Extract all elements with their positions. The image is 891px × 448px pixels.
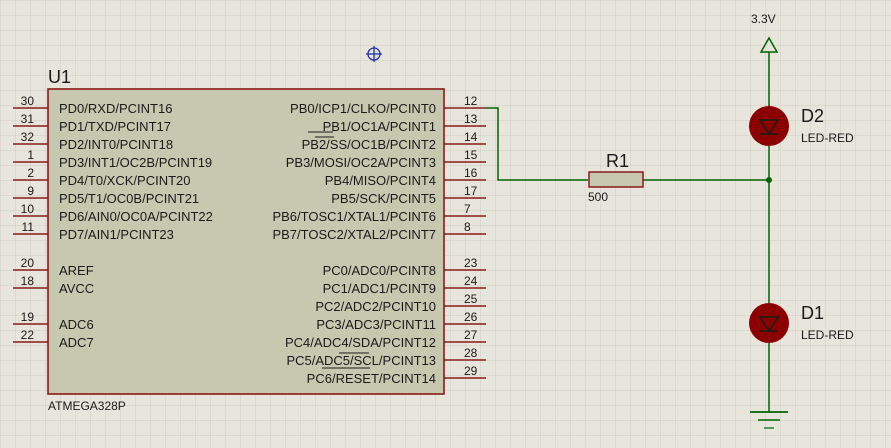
pin-name: PB6/TOSC1/XTAL1/PCINT6 bbox=[272, 209, 436, 224]
pin-name: PD5/T1/OC0B/PCINT21 bbox=[59, 191, 199, 206]
pin-number: 18 bbox=[21, 274, 35, 288]
pin-name: PB0/ICP1/CLKO/PCINT0 bbox=[290, 101, 436, 116]
pin-number: 13 bbox=[464, 112, 478, 126]
pin-name: PB4/MISO/PCINT4 bbox=[325, 173, 436, 188]
resistor-value-label: 500 bbox=[588, 190, 608, 204]
led-d2-body bbox=[749, 106, 789, 146]
mcu-ref-label: U1 bbox=[48, 67, 71, 87]
pin-number: 32 bbox=[21, 130, 35, 144]
pin-name: PC3/ADC3/PCINT11 bbox=[316, 317, 436, 332]
pin-name: PB3/MOSI/OC2A/PCINT3 bbox=[286, 155, 436, 170]
pin-name: PC1/ADC1/PCINT9 bbox=[323, 281, 436, 296]
pin-number: 17 bbox=[464, 184, 478, 198]
pin-number: 24 bbox=[464, 274, 478, 288]
pin-number: 8 bbox=[464, 220, 471, 234]
pin-name: PC6/RESET/PCINT14 bbox=[307, 371, 436, 386]
power-label: 3.3V bbox=[751, 12, 776, 26]
pin-number: 11 bbox=[22, 220, 35, 234]
pin-number: 22 bbox=[21, 328, 35, 342]
pin-name: PD7/AIN1/PCINT23 bbox=[59, 227, 174, 242]
pin-number: 30 bbox=[21, 94, 35, 108]
pin-name: PB7/TOSC2/XTAL2/PCINT7 bbox=[272, 227, 436, 242]
pin-number: 31 bbox=[21, 112, 35, 126]
pin-number: 2 bbox=[27, 166, 34, 180]
pin-name: PD3/INT1/OC2B/PCINT19 bbox=[59, 155, 212, 170]
led-d1-body bbox=[749, 303, 789, 343]
pin-name: PD4/T0/XCK/PCINT20 bbox=[59, 173, 191, 188]
resistor-body[interactable] bbox=[588, 171, 644, 188]
pin-number: 16 bbox=[464, 166, 478, 180]
pin-name: ADC6 bbox=[59, 317, 94, 332]
led-d2-ref-label: D2 bbox=[801, 106, 824, 126]
pin-number: 20 bbox=[21, 256, 35, 270]
pin-name: PC4/ADC4/SDA/PCINT12 bbox=[285, 335, 436, 350]
pin-name: PD6/AIN0/OC0A/PCINT22 bbox=[59, 209, 213, 224]
pin-number: 25 bbox=[464, 292, 478, 306]
pin-name: PB1/OC1A/PCINT1 bbox=[323, 119, 436, 134]
pin-name: AVCC bbox=[59, 281, 94, 296]
pin-name: PC2/ADC2/PCINT10 bbox=[315, 299, 436, 314]
mcu-part-label: ATMEGA328P bbox=[48, 399, 126, 413]
pin-number: 9 bbox=[27, 184, 34, 198]
pin-number: 15 bbox=[464, 148, 478, 162]
pin-name: PD0/RXD/PCINT16 bbox=[59, 101, 172, 116]
led-d2-part-label: LED-RED bbox=[801, 131, 854, 145]
pin-number: 23 bbox=[464, 256, 478, 270]
pin-number: 29 bbox=[464, 364, 478, 378]
pin-name: AREF bbox=[59, 263, 94, 278]
pin-number: 28 bbox=[464, 346, 478, 360]
pin-number: 19 bbox=[21, 310, 35, 324]
pin-name: PC5/ADC5/SCL/PCINT13 bbox=[286, 353, 436, 368]
pin-name: ADC7 bbox=[59, 335, 94, 350]
pin-number: 14 bbox=[464, 130, 478, 144]
mcu-u1[interactable]: U1 30 PD0/RXD/PCINT16 31 PD1/TXD/PCINT17 32 P… bbox=[13, 67, 486, 413]
led-d1-part-label: LED-RED bbox=[801, 328, 854, 342]
pin-name: PD2/INT0/PCINT18 bbox=[59, 137, 173, 152]
pin-number: 12 bbox=[464, 94, 478, 108]
resistor-ref-label: R1 bbox=[606, 151, 629, 171]
pin-number: 1 bbox=[27, 148, 34, 162]
pin-number: 10 bbox=[21, 202, 35, 216]
pin-name: PB2/SS/OC1B/PCINT2 bbox=[302, 137, 436, 152]
pin-name: PB5/SCK/PCINT5 bbox=[331, 191, 436, 206]
pin-number: 26 bbox=[464, 310, 478, 324]
pin-name: PD1/TXD/PCINT17 bbox=[59, 119, 171, 134]
pin-number: 27 bbox=[464, 328, 478, 342]
pin-name: PC0/ADC0/PCINT8 bbox=[323, 263, 436, 278]
pin-number: 7 bbox=[464, 202, 471, 216]
led-d1-ref-label: D1 bbox=[801, 303, 824, 323]
schematic-canvas[interactable]: U1 30 PD0/RXD/PCINT16 31 PD1/TXD/PCINT17 32 P… bbox=[0, 0, 891, 448]
